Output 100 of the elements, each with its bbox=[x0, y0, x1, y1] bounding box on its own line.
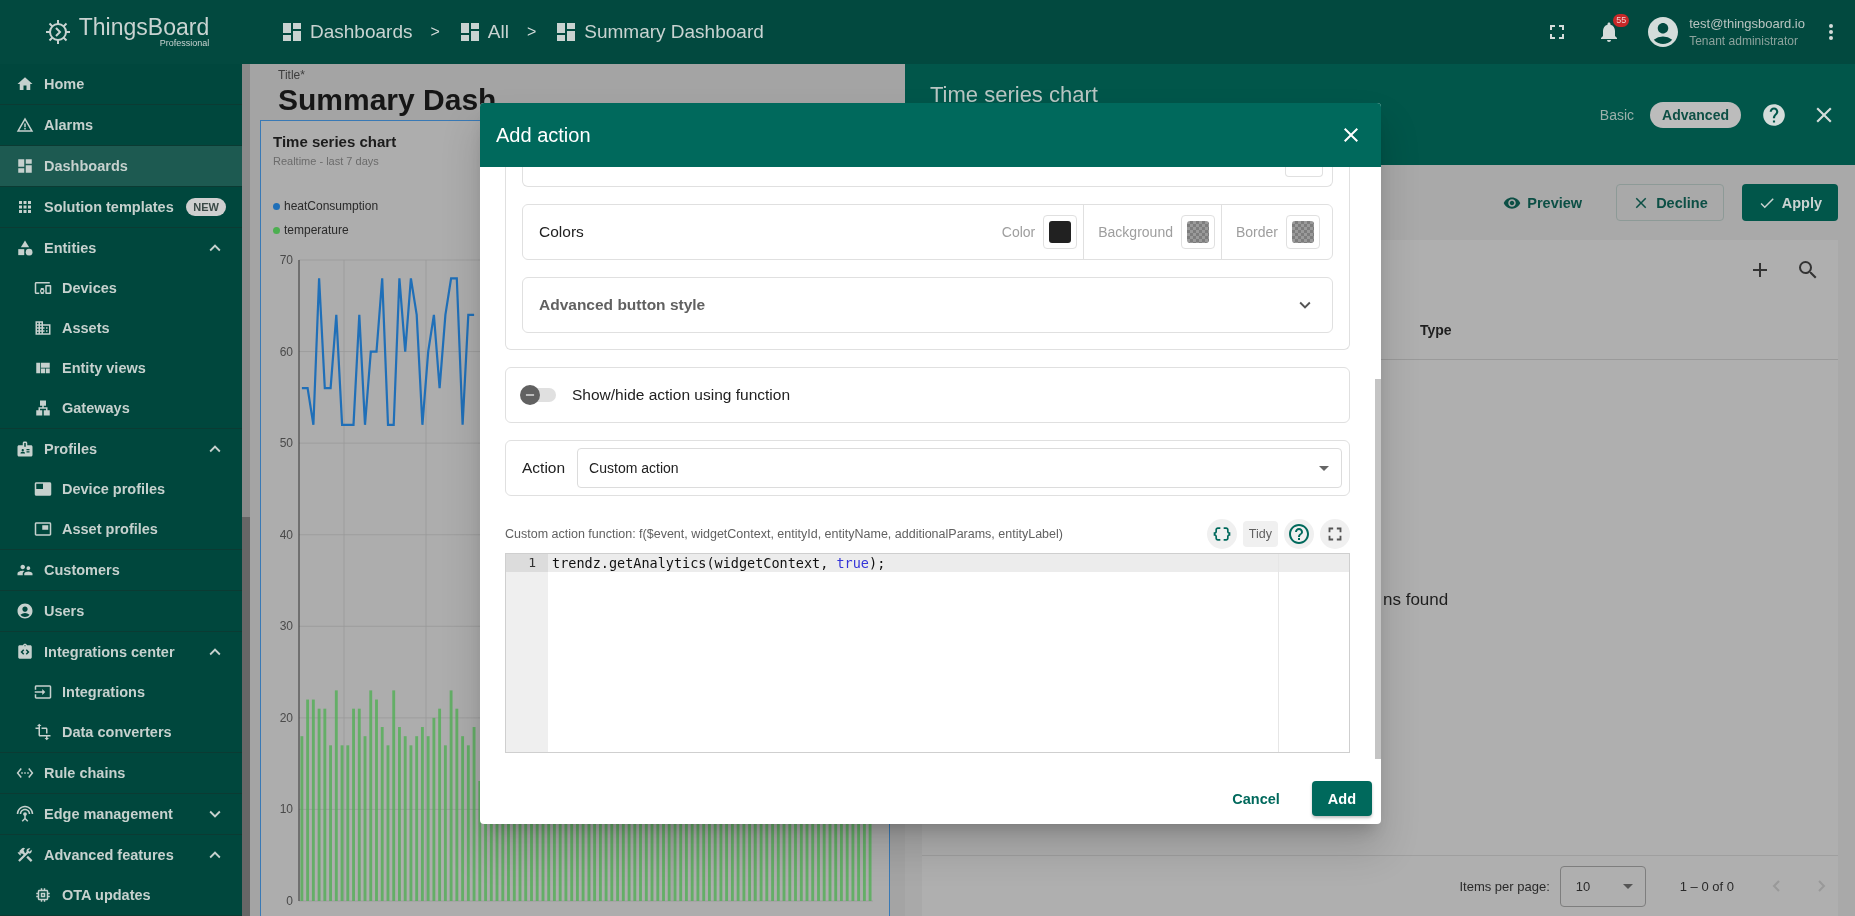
toggle-label: Show/hide action using function bbox=[572, 386, 791, 404]
more-icon bbox=[1829, 24, 1833, 40]
nav-item[interactable]: Edge management bbox=[0, 794, 242, 834]
nav-item[interactable]: Home bbox=[0, 64, 242, 104]
warning-icon bbox=[16, 116, 34, 134]
profile-icon bbox=[34, 520, 52, 538]
dialog-button[interactable]: Cancel bbox=[1216, 781, 1296, 816]
color-swatch[interactable] bbox=[1286, 215, 1320, 249]
page-size-select[interactable]: 10 bbox=[1559, 865, 1646, 907]
color-swatch[interactable] bbox=[1043, 215, 1078, 249]
nav-item[interactable]: Entity views bbox=[0, 348, 242, 388]
axis-tick-label: 20 bbox=[279, 710, 293, 725]
help-icon bbox=[1761, 101, 1787, 128]
expansion-panel[interactable]: Advanced button style bbox=[522, 277, 1333, 333]
notification-count: 55 bbox=[1613, 14, 1630, 27]
antenna-icon bbox=[16, 805, 34, 823]
field-edge bbox=[1285, 167, 1323, 177]
breadcrumb-separator: > bbox=[430, 23, 440, 41]
breadcrumb-separator: > bbox=[526, 23, 537, 41]
action-button[interactable]: Apply bbox=[1741, 184, 1838, 221]
legend-label: temperature bbox=[284, 223, 349, 237]
user-icon bbox=[16, 602, 34, 620]
action-button[interactable]: Preview bbox=[1487, 184, 1599, 221]
fullscreen-button[interactable] bbox=[1320, 518, 1350, 549]
devices-icon bbox=[34, 279, 52, 297]
nav-item[interactable]: Device profiles bbox=[0, 469, 242, 509]
axis-tick-label: 50 bbox=[279, 436, 293, 451]
nav-item[interactable]: Users bbox=[0, 591, 242, 631]
nav-item[interactable]: Profiles bbox=[0, 429, 242, 469]
nav-item[interactable]: Asset profiles bbox=[0, 509, 242, 549]
scrollbar-thumb[interactable] bbox=[242, 64, 250, 517]
grid-icon bbox=[16, 198, 34, 216]
empty-message: ns found bbox=[1383, 590, 1449, 610]
shapes-icon bbox=[16, 239, 34, 257]
dropdown-caret-icon bbox=[1319, 465, 1329, 471]
nav-item[interactable]: Alarms bbox=[0, 105, 242, 145]
dashboard-icon bbox=[280, 20, 304, 44]
axis-tick-label: 0 bbox=[286, 894, 293, 908]
home-icon bbox=[16, 75, 34, 93]
breadcrumb-link[interactable]: Summary Dashboard bbox=[554, 20, 764, 44]
code-format-button[interactable] bbox=[1206, 518, 1237, 549]
widget-title: Time series chart bbox=[273, 133, 397, 150]
logo-edition: Professional bbox=[159, 39, 210, 48]
nav-item[interactable]: OTA updates bbox=[0, 875, 242, 915]
field-label: Title* bbox=[278, 68, 305, 82]
network-icon bbox=[34, 399, 52, 417]
toggle-switch[interactable] bbox=[522, 388, 556, 402]
code-editor[interactable]: 1 trendz.getAnalytics(widgetContext, true); bbox=[505, 552, 1350, 753]
input-icon bbox=[34, 683, 52, 701]
page-range: 1 – 0 of 0 bbox=[1679, 878, 1734, 894]
chip-icon bbox=[34, 886, 52, 904]
axis-tick-label: 70 bbox=[279, 253, 293, 267]
new-badge: NEW bbox=[186, 198, 226, 216]
paginator-label: Items per page: bbox=[1459, 878, 1550, 894]
color-swatch[interactable] bbox=[1180, 215, 1215, 249]
nav-item[interactable]: Solution templates NEW bbox=[0, 187, 242, 227]
nav-item[interactable]: Integrations center bbox=[0, 632, 242, 672]
dialog-title: Add action bbox=[496, 123, 591, 147]
axis-tick-label: 30 bbox=[279, 619, 293, 634]
legend-label: heatConsumption bbox=[284, 199, 379, 213]
mode-toggle[interactable]: Advanced bbox=[1650, 101, 1741, 128]
nav-item[interactable]: Rule chains bbox=[0, 753, 242, 793]
tidy-button[interactable]: Tidy bbox=[1242, 520, 1278, 547]
swatch-label: Color bbox=[1001, 224, 1036, 240]
code-icon bbox=[16, 643, 34, 661]
help-button[interactable] bbox=[1284, 518, 1314, 549]
widget-subtitle: Realtime - last 7 days bbox=[273, 155, 379, 167]
line-number: 1 bbox=[506, 553, 548, 572]
nav-item[interactable]: Devices bbox=[0, 268, 242, 308]
nav-item[interactable]: Integrations bbox=[0, 672, 242, 712]
nav-item[interactable]: Gateways bbox=[0, 388, 242, 428]
nav-item[interactable]: Dashboards bbox=[0, 146, 242, 186]
panel-title: Time series chart bbox=[930, 81, 1099, 108]
breadcrumb-link[interactable]: All bbox=[457, 20, 509, 44]
swatch-label: Border bbox=[1235, 224, 1278, 240]
column-header[interactable]: Type bbox=[1420, 321, 1452, 338]
nav-item[interactable]: Advanced features bbox=[0, 835, 242, 875]
nav-item[interactable]: Customers bbox=[0, 550, 242, 590]
logo-text: ThingsBoard bbox=[78, 16, 210, 39]
scrollbar-thumb[interactable] bbox=[1375, 379, 1381, 759]
dashboard-icon bbox=[16, 157, 34, 175]
action-select[interactable]: Custom action bbox=[577, 448, 1342, 488]
user-email: test@thingsboard.io bbox=[1689, 16, 1805, 31]
row-label: Colors bbox=[539, 223, 585, 241]
user-role: Tenant administrator bbox=[1689, 34, 1799, 48]
nav-item[interactable]: Entities bbox=[0, 228, 242, 268]
building-icon bbox=[34, 319, 52, 337]
breadcrumb-link[interactable]: Dashboards bbox=[280, 20, 413, 44]
action-button[interactable]: Decline bbox=[1616, 184, 1724, 221]
nav-item[interactable]: Assets bbox=[0, 308, 242, 348]
dialog-button[interactable]: Add bbox=[1311, 781, 1372, 816]
axis-tick-label: 10 bbox=[279, 802, 293, 817]
crop-icon bbox=[34, 723, 52, 741]
swatch-label: Background bbox=[1098, 224, 1173, 240]
row-label: Action bbox=[522, 459, 566, 477]
dropdown-caret-icon bbox=[1622, 883, 1633, 889]
nav-item[interactable]: Data converters bbox=[0, 712, 242, 752]
axis-tick-label: 60 bbox=[279, 344, 293, 359]
mode-toggle[interactable]: Basic bbox=[1587, 101, 1647, 128]
function-signature: Custom action function: f($event, widgetContext, entityId, entityName, additionalParams, entityLabel) bbox=[505, 526, 1063, 541]
